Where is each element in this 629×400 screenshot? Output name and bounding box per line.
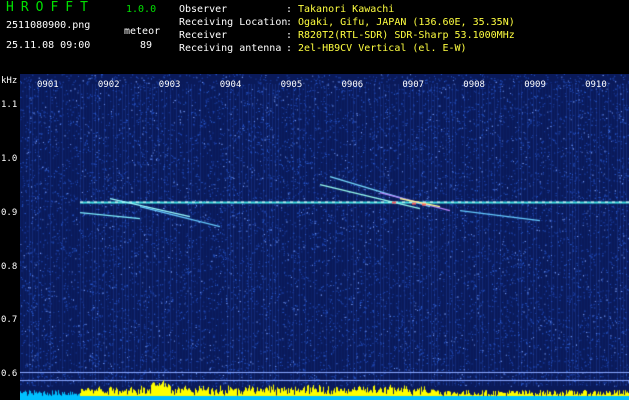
info-value-receiver: R820T2(RTL-SDR) SDR-Sharp 53.1000MHz [298,30,515,41]
x-tick-label: 0910 [585,80,607,90]
y-tick-label: 1.0 [1,154,18,165]
x-tick-label: 0906 [341,80,364,90]
x-tick-label: 0909 [524,80,546,90]
file-name: 2511080900.png [6,20,91,31]
info-value-antenna: 2el-HB9CV Vertical (el. E-W) [298,43,467,54]
info-colon: : [286,17,293,28]
app-title: HROFFT [6,0,95,15]
y-axis-unit: kHz [1,76,18,86]
y-tick-label: 0.9 [1,207,18,218]
info-colon: : [286,30,293,41]
info-label-observer: Observer [179,4,228,15]
meteor-count: 89 [140,40,153,51]
info-label-receiver: Receiver [179,30,228,41]
x-tick-label: 0908 [463,80,485,90]
y-tick-label: 1.1 [1,100,18,111]
x-tick-label: 0902 [97,80,120,90]
info-value-location: Ogaki, Gifu, JAPAN (136.60E, 35.35N) [298,17,515,28]
header-panel: HROFFT 1.0.0 2511080900.png 25.11.08 09:… [0,0,629,74]
timestamp: 25.11.08 09:00 [6,40,91,51]
mode-label: meteor [124,26,161,37]
x-tick-label: 0901 [37,80,59,90]
y-tick-label: 0.7 [1,315,18,326]
spectrogram-canvas [20,74,629,400]
x-tick-label: 0904 [219,80,242,90]
info-colon: : [286,43,293,54]
y-tick-label: 0.6 [1,369,18,380]
info-label-antenna: Receiving antenna [179,43,282,54]
info-label-location: Receiving Location [179,17,288,28]
app-version: 1.0.0 [126,4,157,15]
info-colon: : [286,4,293,15]
x-tick-label: 0907 [402,80,425,90]
info-value-observer: Takanori Kawachi [298,4,395,15]
x-tick-label: 0905 [280,80,303,90]
y-tick-label: 0.8 [1,261,18,272]
x-tick-label: 0903 [158,80,181,90]
